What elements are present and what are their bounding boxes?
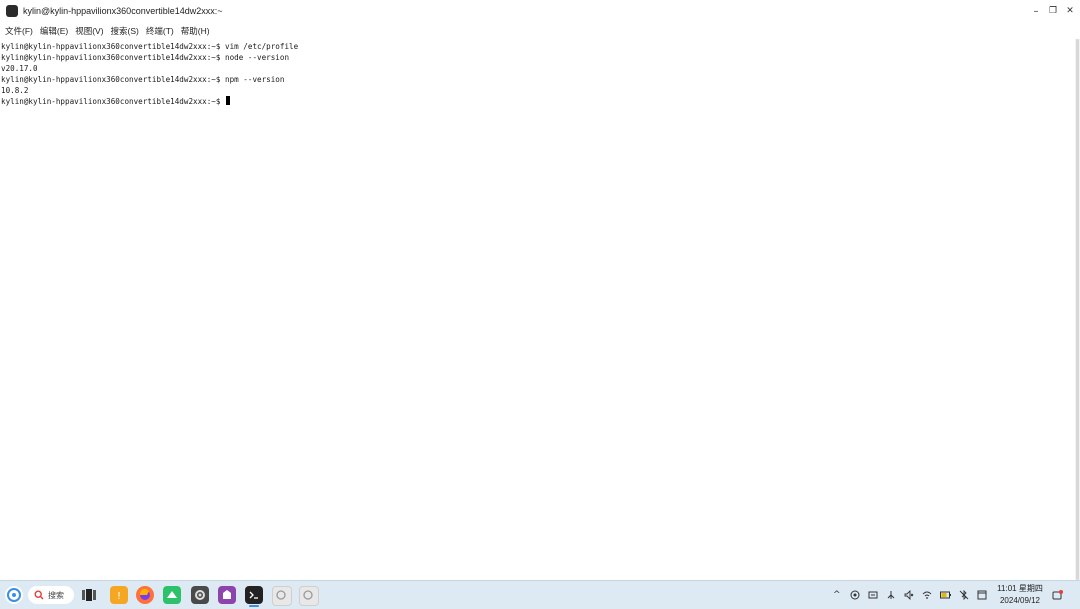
- minimize-icon: –: [1033, 5, 1039, 17]
- firefox-icon[interactable]: [136, 586, 154, 604]
- restore-icon: ❐: [1048, 6, 1058, 16]
- start-menu-icon: [7, 588, 21, 602]
- menu-help[interactable]: 帮助(H): [181, 25, 210, 37]
- tray-expand-chevron-icon[interactable]: ^: [833, 590, 841, 600]
- battery-icon[interactable]: [940, 590, 952, 603]
- taskbar-clock[interactable]: 11:01 星期四 2024/09/12: [990, 583, 1050, 607]
- menu-view[interactable]: 视图(V): [75, 25, 103, 37]
- terminal-cursor: [226, 96, 231, 105]
- terminal-line: kylin@kylin-hppavilionx360convertible14d…: [1, 75, 285, 84]
- terminal-line: kylin@kylin-hppavilionx360convertible14d…: [1, 42, 299, 51]
- usb-icon[interactable]: [886, 590, 896, 603]
- clock-time: 11:01 星期四: [997, 584, 1043, 593]
- window-title: kylin@kylin-hppavilionx360convertible14d…: [23, 6, 223, 16]
- menu-file[interactable]: 文件(F): [5, 25, 33, 37]
- search-placeholder: 搜索: [48, 590, 64, 600]
- settings-icon[interactable]: [191, 586, 209, 604]
- network-icon[interactable]: [850, 590, 860, 603]
- wechat-icon[interactable]: [163, 586, 181, 604]
- keyboard-icon[interactable]: [868, 590, 878, 603]
- terminal-line: kylin@kylin-hppavilionx360convertible14d…: [1, 53, 290, 62]
- restore-button[interactable]: ❐: [1046, 4, 1060, 18]
- multitask-view-icon: [82, 589, 96, 601]
- volume-muted-icon[interactable]: [904, 589, 914, 603]
- disk-icon[interactable]: [299, 586, 319, 606]
- active-app-indicator: [249, 605, 259, 607]
- start-button[interactable]: [5, 586, 23, 604]
- search-icon: [34, 590, 44, 600]
- clock-date: 2024/09/12: [999, 596, 1041, 605]
- menubar: 文件(F) 编辑(E) 视图(V) 搜索(S) 终端(T) 帮助(H): [0, 22, 1080, 39]
- terminal-output[interactable]: kylin@kylin-hppavilionx360convertible14d…: [0, 39, 1075, 580]
- terminal-icon[interactable]: [245, 586, 263, 604]
- terminal-prompt: kylin@kylin-hppavilionx360convertible14d…: [1, 97, 226, 106]
- terminal-app-icon: [6, 5, 18, 17]
- terminal-scrollbar[interactable]: [1075, 39, 1080, 580]
- taskbar: 搜索 ! ^: [0, 580, 1080, 609]
- svg-text:!: !: [117, 591, 121, 602]
- terminal-line: v20.17.0: [1, 64, 38, 73]
- disk-icon[interactable]: [272, 586, 292, 606]
- terminal-prompt-line: kylin@kylin-hppavilionx360convertible14d…: [1, 96, 231, 107]
- menu-search[interactable]: 搜索(S): [111, 25, 139, 37]
- wifi-icon[interactable]: [922, 590, 932, 603]
- software-store-icon[interactable]: !: [110, 586, 128, 604]
- calendar-tray-icon[interactable]: [977, 590, 987, 603]
- scrollbar-thumb[interactable]: [1076, 39, 1079, 580]
- minimize-button[interactable]: –: [1029, 4, 1043, 18]
- taskbar-search[interactable]: 搜索: [28, 586, 74, 604]
- kylin-app-icon[interactable]: [218, 586, 236, 604]
- notification-icon[interactable]: [1052, 590, 1063, 604]
- terminal-line: 10.8.2: [1, 86, 29, 95]
- window-titlebar: kylin@kylin-hppavilionx360convertible14d…: [0, 0, 1080, 22]
- bluetooth-off-icon[interactable]: [959, 589, 969, 603]
- menu-terminal[interactable]: 终端(T): [146, 25, 174, 37]
- menu-edit[interactable]: 编辑(E): [40, 25, 68, 37]
- multitask-view-button[interactable]: [80, 586, 98, 604]
- close-icon: ✕: [1066, 6, 1074, 16]
- close-button[interactable]: ✕: [1063, 4, 1077, 18]
